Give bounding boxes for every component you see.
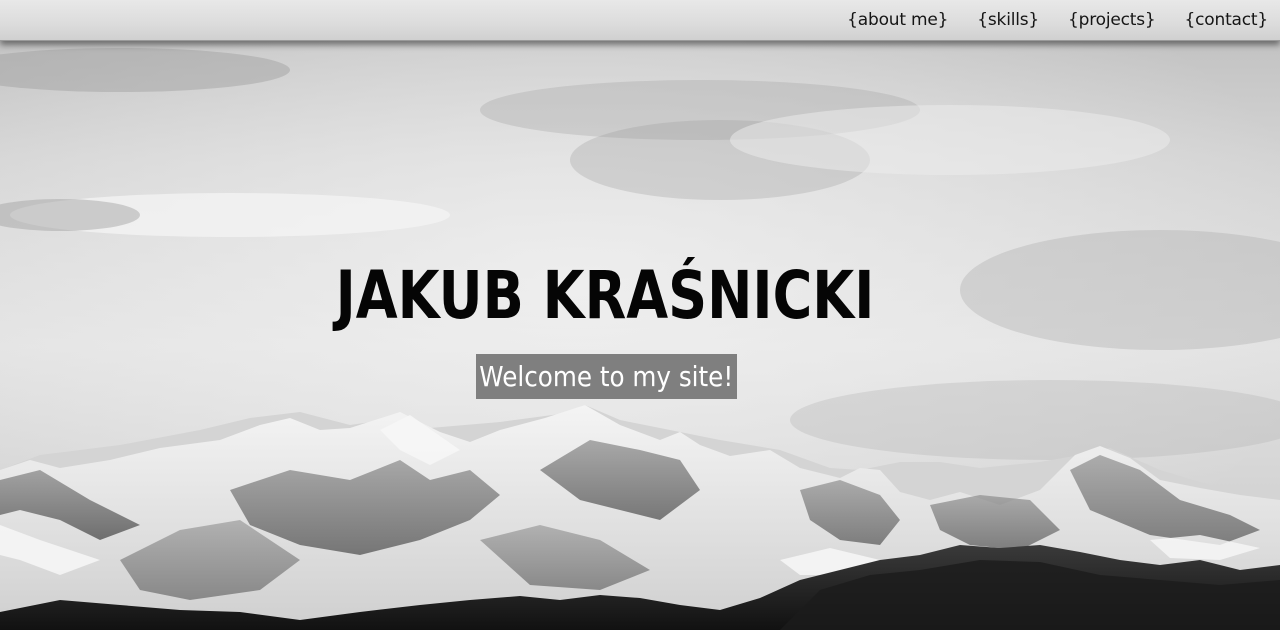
nav-link-about-me[interactable]: {about me}	[847, 10, 948, 30]
nav-link-projects[interactable]: {projects}	[1068, 10, 1156, 30]
nav-link-skills[interactable]: {skills}	[977, 10, 1039, 30]
hero-subtitle: Welcome to my site!	[479, 360, 734, 393]
hero-title: JAKUB KRAŚNICKI	[335, 257, 875, 334]
nav-link-contact[interactable]: {contact}	[1185, 10, 1269, 30]
hero-subtitle-box: Welcome to my site!	[476, 354, 737, 399]
top-navbar: {about me} {skills} {projects} {contact}	[0, 0, 1280, 41]
page: {about me} {skills} {projects} {contact}…	[0, 0, 1280, 630]
